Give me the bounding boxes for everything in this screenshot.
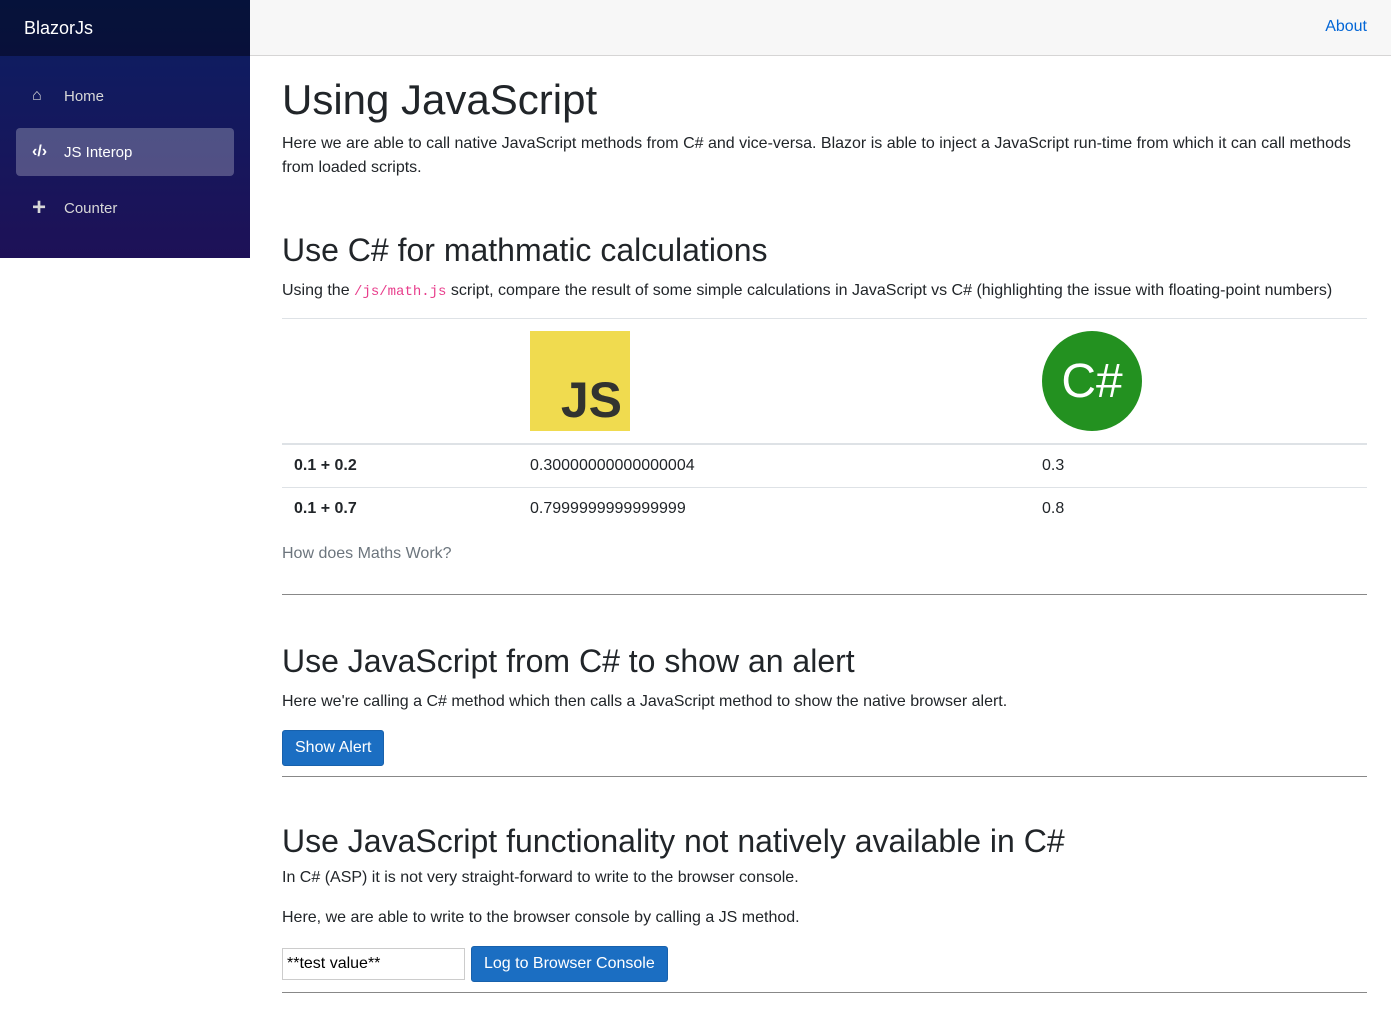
logo-text: C# (1061, 354, 1123, 408)
about-link[interactable]: About (1325, 18, 1367, 36)
cs-result: 0.8 (1030, 487, 1367, 530)
home-icon: ⌂ (32, 87, 42, 104)
console-text-1: In C# (ASP) it is not very straight-forw… (282, 869, 799, 886)
console-input[interactable] (282, 948, 465, 980)
js-logo: JS (530, 331, 630, 431)
top-bar: About (250, 0, 1391, 56)
math-desc: Using the /js/math.js script, compare th… (282, 279, 1367, 304)
cs-result: 0.3 (1030, 443, 1367, 488)
nav-js-interop[interactable]: ‹/› JS Interop (16, 128, 234, 176)
js-result: 0.30000000000000004 (518, 443, 1030, 488)
page-title: Using JavaScript (282, 76, 598, 123)
script-path: /js/math.js (354, 284, 447, 300)
plus-icon: + (32, 194, 47, 221)
maths-link[interactable]: How does Maths Work? (282, 542, 1367, 566)
nav-home[interactable]: ⌂ Home (16, 72, 234, 120)
nav-label: Counter (64, 199, 118, 217)
alert-text: Here we're calling a C# method which the… (282, 693, 1008, 710)
logo-text: JS (560, 372, 622, 428)
sidebar: BlazorJs ⌂ Home ‹/› JS Interop + Counter (0, 0, 250, 258)
log-console-button[interactable]: Log to Browser Console (471, 946, 668, 982)
nav-counter[interactable]: + Counter (16, 184, 234, 232)
expr: 0.1 + 0.2 (282, 443, 518, 488)
alert-heading: Use JavaScript from C# to show an alert (282, 643, 855, 679)
nav-label: JS Interop (64, 143, 133, 161)
math-table: JS C# 0.1 + 0.2 0.30000000000000004 0.3 0.… (282, 318, 1367, 530)
table-row: 0.1 + 0.7 0.7999999999999999 0.8 (282, 487, 1367, 530)
math-heading: Use C# for mathmatic calculations (282, 232, 768, 268)
show-alert-button[interactable]: Show Alert (282, 730, 385, 766)
text: Using the (282, 282, 355, 299)
console-text-2: Here, we are able to write to the browse… (282, 909, 800, 926)
main-content: Using JavaScript Here we are able to cal… (282, 56, 1367, 993)
intro-text: Here we are able to call native JavaScri… (282, 135, 1351, 176)
js-result: 0.7999999999999999 (518, 487, 1030, 530)
console-heading: Use JavaScript functionality not nativel… (282, 823, 1065, 859)
brand[interactable]: BlazorJs (0, 0, 250, 56)
expr: 0.1 + 0.7 (282, 487, 518, 530)
csharp-logo: C# (1042, 331, 1142, 431)
table-row: 0.1 + 0.2 0.30000000000000004 0.3 (282, 443, 1367, 488)
code-icon: ‹/› (32, 143, 48, 160)
nav-label: Home (64, 87, 105, 105)
text: script, compare the result of some simpl… (446, 282, 1333, 299)
